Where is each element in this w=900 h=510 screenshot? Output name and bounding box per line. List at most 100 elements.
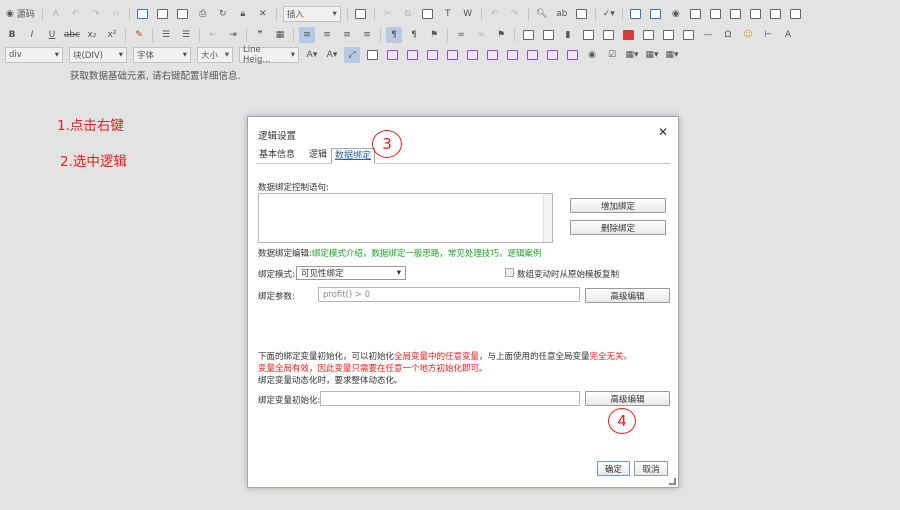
bold-icon[interactable]: B xyxy=(4,27,20,43)
format-select[interactable]: 块(DIV) ▾ xyxy=(69,46,127,63)
refresh-icon[interactable]: ↻ xyxy=(215,6,231,22)
chart-icon[interactable]: ▮ xyxy=(560,27,576,43)
select-field-icon[interactable] xyxy=(728,6,744,22)
insert-select[interactable]: 插入 ▾ xyxy=(282,5,341,22)
cancel-button[interactable]: 取消 xyxy=(634,461,668,476)
font-select[interactable]: 字体 ▾ xyxy=(133,46,191,63)
numbered-list-icon[interactable]: ☰ xyxy=(158,27,174,43)
binding-param-input[interactable]: profit() > 0 xyxy=(318,287,580,302)
button-field-icon[interactable] xyxy=(748,6,764,22)
eye-icon[interactable]: ◉ xyxy=(584,47,600,63)
spellcheck-icon[interactable]: ✓▾ xyxy=(601,6,617,22)
select-all-icon[interactable] xyxy=(574,6,590,22)
image-icon[interactable] xyxy=(520,27,536,43)
form-icon[interactable] xyxy=(628,6,644,22)
table-icon[interactable] xyxy=(680,27,696,43)
add-binding-button[interactable]: 增加绑定 xyxy=(570,198,666,213)
find-icon[interactable]: 🔍︎ xyxy=(534,6,550,22)
new-document-icon[interactable] xyxy=(155,6,171,22)
underline-icon[interactable]: U xyxy=(44,27,60,43)
unlink-icon[interactable]: ∞ xyxy=(473,27,489,43)
undo-icon[interactable]: ↶ xyxy=(68,6,84,22)
line-height-select[interactable]: Line Heig... ▾ xyxy=(239,45,299,65)
cut-icon[interactable]: ✂ xyxy=(380,6,396,22)
align-right-icon[interactable]: ≡ xyxy=(339,27,355,43)
resize-grip[interactable] xyxy=(669,478,676,485)
chart2-icon[interactable] xyxy=(660,27,676,43)
field-icon-6[interactable] xyxy=(484,47,500,63)
paste-icon[interactable] xyxy=(420,6,436,22)
align-justify-icon[interactable]: ≡ xyxy=(359,27,375,43)
grid-field-icon-3[interactable]: ▦▾ xyxy=(664,47,680,63)
grid-field-icon-2[interactable]: ▦▾ xyxy=(644,47,660,63)
lock-icon[interactable]: 🔒︎ xyxy=(235,6,251,22)
superscript-icon[interactable]: x² xyxy=(104,27,120,43)
font-style-icon[interactable]: A xyxy=(780,27,796,43)
binding-mode-select[interactable]: 可见性绑定 ▾ xyxy=(296,266,406,280)
paste-word-icon[interactable]: W xyxy=(460,6,476,22)
textarea-scrollbar[interactable] xyxy=(543,194,552,242)
radio-icon[interactable]: ◉ xyxy=(668,6,684,22)
align-left-icon[interactable]: ≡ xyxy=(299,26,315,43)
indent-icon[interactable]: ⇥ xyxy=(225,27,241,43)
close-icon[interactable]: ✕ xyxy=(255,6,271,22)
tab-data-binding[interactable]: 数据绑定 xyxy=(331,148,376,164)
special-char-icon[interactable]: Ω xyxy=(720,27,736,43)
source-button[interactable]: ◉ 源码 xyxy=(4,6,37,22)
close-icon[interactable]: ✕ xyxy=(658,125,668,139)
maximize-icon[interactable]: ⤢ xyxy=(344,46,360,63)
tab-basic-info[interactable]: 基本信息 xyxy=(256,148,298,164)
link-icon[interactable]: ∞ xyxy=(453,27,469,43)
text-color-icon[interactable]: A▾ xyxy=(304,47,320,63)
div-container-icon[interactable]: ▦ xyxy=(272,27,288,43)
field-icon-3[interactable] xyxy=(424,47,440,63)
field-icon-10[interactable] xyxy=(564,47,580,63)
redo-icon[interactable]: ↷ xyxy=(88,6,104,22)
save-icon[interactable] xyxy=(135,6,151,22)
block-select[interactable]: div ▾ xyxy=(5,46,63,63)
media-icon[interactable] xyxy=(580,27,596,43)
textfield-icon[interactable] xyxy=(688,6,704,22)
iframe-icon[interactable] xyxy=(640,27,656,43)
field-icon-9[interactable] xyxy=(544,47,560,63)
horizontal-rule-icon[interactable]: — xyxy=(700,27,716,43)
ok-button[interactable]: 确定 xyxy=(597,461,630,476)
field-icon-1[interactable] xyxy=(384,47,400,63)
text-direction-ltr-icon[interactable]: ¶ xyxy=(386,26,402,43)
italic-icon[interactable]: I xyxy=(24,27,40,43)
outdent-icon[interactable]: ⇤ xyxy=(205,27,221,43)
background-color-icon[interactable]: A▾ xyxy=(324,47,340,63)
replace-icon[interactable]: ab xyxy=(554,6,570,22)
preview-icon[interactable] xyxy=(175,6,191,22)
field-icon-2[interactable] xyxy=(404,47,420,63)
text-direction-rtl-icon[interactable]: ¶ xyxy=(406,27,422,43)
video-icon[interactable] xyxy=(600,27,616,43)
field-icon-4[interactable] xyxy=(444,47,460,63)
binding-control-textarea[interactable] xyxy=(258,193,553,243)
hidden-field-icon[interactable] xyxy=(788,6,804,22)
redo2-icon[interactable]: ↷ xyxy=(507,6,523,22)
advanced-edit-button-1[interactable]: 高级编辑 xyxy=(585,288,670,303)
copy-icon[interactable]: ⧉ xyxy=(400,6,416,22)
delete-binding-button[interactable]: 删除绑定 xyxy=(570,220,666,235)
language-icon[interactable]: ⚑ xyxy=(426,27,442,43)
paste-text-icon[interactable]: T xyxy=(440,6,456,22)
bulleted-list-icon[interactable]: ☰ xyxy=(178,27,194,43)
subscript-icon[interactable]: x₂ xyxy=(84,27,100,43)
align-center-icon[interactable]: ≡ xyxy=(319,27,335,43)
print-icon[interactable]: ⎙ xyxy=(195,6,211,22)
blockquote-icon[interactable]: ❞ xyxy=(252,27,268,43)
smiley-icon[interactable]: ☺ xyxy=(740,27,756,43)
edit-help-links[interactable]: 绑定模式介绍，数据绑定一般思路，常见处理技巧，逻辑案例 xyxy=(312,249,542,259)
strike-icon[interactable]: abc xyxy=(64,27,80,43)
anchor-flag-icon[interactable]: ⚑ xyxy=(493,27,509,43)
checklist-icon[interactable]: ☑ xyxy=(604,47,620,63)
field-icon-5[interactable] xyxy=(464,47,480,63)
show-blocks-icon[interactable] xyxy=(364,47,380,63)
field-icon-7[interactable] xyxy=(504,47,520,63)
page-break-icon[interactable]: ⊢ xyxy=(760,27,776,43)
code-icon[interactable]: ‹› xyxy=(108,6,124,22)
size-select[interactable]: 大小 ▾ xyxy=(197,46,233,63)
grid-field-icon[interactable]: ▦▾ xyxy=(624,47,640,63)
add-red-icon[interactable] xyxy=(620,27,636,43)
